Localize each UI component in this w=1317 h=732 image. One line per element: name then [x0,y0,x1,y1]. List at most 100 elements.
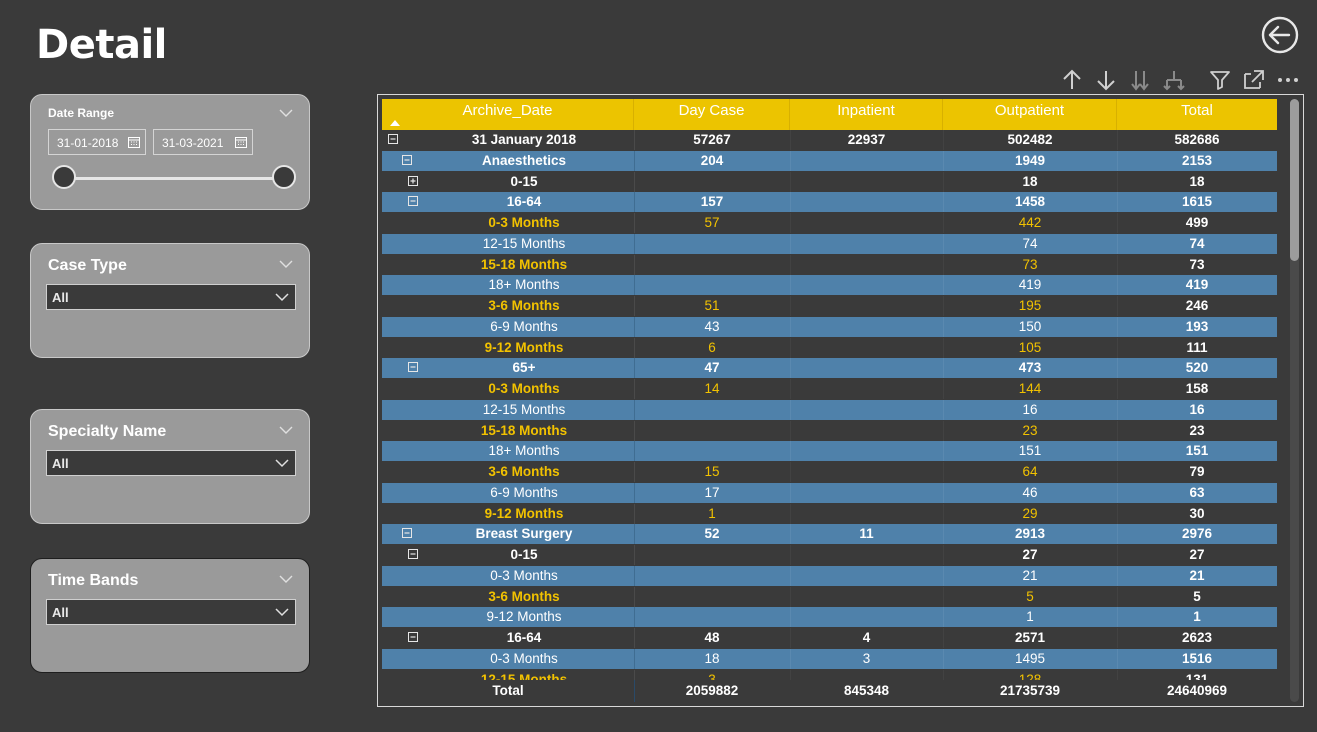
column-divider [1117,400,1118,420]
table-row[interactable]: 15-18 Months 73 73 [382,255,1277,275]
column-divider [790,545,791,565]
column-header-outpatient[interactable]: Outpatient [943,99,1117,130]
inpatient-value [790,421,943,441]
table-row[interactable]: 16-64 48 4 2571 2623 [382,628,1277,648]
column-divider [943,255,944,275]
total-value: 131 [1185,672,1209,680]
column-divider [790,524,791,544]
table-row[interactable]: 15-18 Months 23 23 [382,421,1277,441]
table-row[interactable]: 12-15 Months 3 128 131 [382,670,1277,680]
inpatient-value: 4 [862,630,871,645]
column-divider [1117,275,1118,295]
column-divider [943,545,944,565]
table-row[interactable]: 12-15 Months 74 74 [382,234,1277,254]
total-value: 2976 [1181,526,1213,541]
column-header-archive-date[interactable]: Archive_Date [382,99,634,130]
table-row[interactable]: Anaesthetics 204 1949 2153 [382,151,1277,171]
inpatient-value: 3 [862,651,871,666]
chevron-down-icon[interactable] [279,574,293,584]
column-divider [1117,151,1118,171]
chevron-down-icon[interactable] [279,425,293,435]
chevron-down-icon[interactable] [275,458,289,468]
column-header-inpatient[interactable]: Inpatient [790,99,943,130]
filter-icon[interactable] [1208,68,1232,92]
column-header-day-case[interactable]: Day Case [634,99,790,130]
row-label: 18+ Months [488,443,560,458]
row-label: 0-15 [510,547,538,562]
table-row[interactable]: 31 January 2018 57267 22937 502482 582686 [382,130,1277,150]
row-label: 3-6 Months [488,298,560,313]
start-date-field[interactable]: 31-01-2018 [48,129,146,155]
table-row[interactable]: 0-15 27 27 [382,545,1277,565]
vertical-scrollbar[interactable] [1290,99,1299,702]
table-row[interactable]: 3-6 Months 51 195 246 [382,296,1277,316]
expand-hierarchy-icon[interactable] [1162,68,1186,92]
table-row[interactable]: Breast Surgery 52 11 2913 2976 [382,524,1277,544]
day-case-value: 47 [704,360,720,375]
focus-mode-icon[interactable] [1242,68,1266,92]
column-divider [943,358,944,378]
date-slider-start-handle[interactable] [52,165,76,189]
arrow-up-icon[interactable] [1060,68,1084,92]
row-label: 16-64 [506,630,542,645]
column-divider [790,400,791,420]
specialty-dropdown[interactable]: All [46,450,296,476]
column-divider [790,338,791,358]
table-row[interactable]: 0-3 Months 57 442 499 [382,213,1277,233]
chevron-down-icon[interactable] [275,292,289,302]
more-options-icon[interactable] [1276,68,1300,92]
column-header-total[interactable]: Total [1117,99,1277,130]
column-divider [790,566,791,586]
scrollbar-thumb[interactable] [1290,99,1299,261]
total-inpatient: 845348 [843,683,890,698]
column-divider [943,649,944,669]
chevron-down-icon[interactable] [275,607,289,617]
outpatient-value: 1458 [1014,194,1046,209]
table-row[interactable]: 18+ Months 419 419 [382,275,1277,295]
column-divider [943,504,944,524]
table-row[interactable]: 65+ 47 473 520 [382,358,1277,378]
slicer-title: Time Bands [48,572,139,589]
table-row[interactable]: 0-3 Months 14 144 158 [382,379,1277,399]
time-bands-dropdown[interactable]: All [46,599,296,625]
table-row[interactable]: 0-3 Months 18 3 1495 1516 [382,649,1277,669]
table-row[interactable]: 3-6 Months 15 64 79 [382,462,1277,482]
table-row[interactable]: 18+ Months 151 151 [382,441,1277,461]
column-divider [943,566,944,586]
table-row[interactable]: 12-15 Months 16 16 [382,400,1277,420]
case-type-dropdown[interactable]: All [46,284,296,310]
end-date-field[interactable]: 31-03-2021 [153,129,253,155]
chevron-down-icon[interactable] [279,259,293,269]
column-divider [790,151,791,171]
row-label: 65+ [512,360,536,375]
calendar-icon[interactable] [128,136,140,148]
outpatient-value: 502482 [1007,132,1053,147]
back-arrow-icon[interactable] [1261,16,1299,54]
column-divider [790,670,791,680]
table-row[interactable]: 3-6 Months 5 5 [382,587,1277,607]
arrow-down-icon[interactable] [1094,68,1118,92]
table-row[interactable]: 0-3 Months 21 21 [382,566,1277,586]
slicer-title: Case Type [48,257,127,274]
row-label: Anaesthetics [481,153,567,168]
table-row[interactable]: 9-12 Months 1 1 [382,607,1277,627]
table-row[interactable]: 6-9 Months 43 150 193 [382,317,1277,337]
table-row[interactable]: 9-12 Months 1 29 30 [382,504,1277,524]
sort-ascending-icon[interactable] [390,120,400,126]
table-row[interactable]: 0-15 18 18 [382,172,1277,192]
total-value: 111 [1186,340,1208,355]
day-case-value: 3 [708,672,716,680]
column-divider [790,628,791,648]
column-divider [790,441,791,461]
date-slider-end-handle[interactable] [272,165,296,189]
chevron-down-icon[interactable] [279,108,293,118]
table-row[interactable]: 9-12 Months 6 105 111 [382,338,1277,358]
inpatient-value [790,338,943,358]
specialty-name-slicer: Specialty Name All [30,409,310,524]
table-row[interactable]: 16-64 157 1458 1615 [382,192,1277,212]
date-slider-track[interactable] [64,177,286,180]
table-row[interactable]: 6-9 Months 17 46 63 [382,483,1277,503]
double-arrow-down-icon[interactable] [1128,68,1152,92]
row-label: 18+ Months [488,277,560,292]
calendar-icon[interactable] [235,136,247,148]
